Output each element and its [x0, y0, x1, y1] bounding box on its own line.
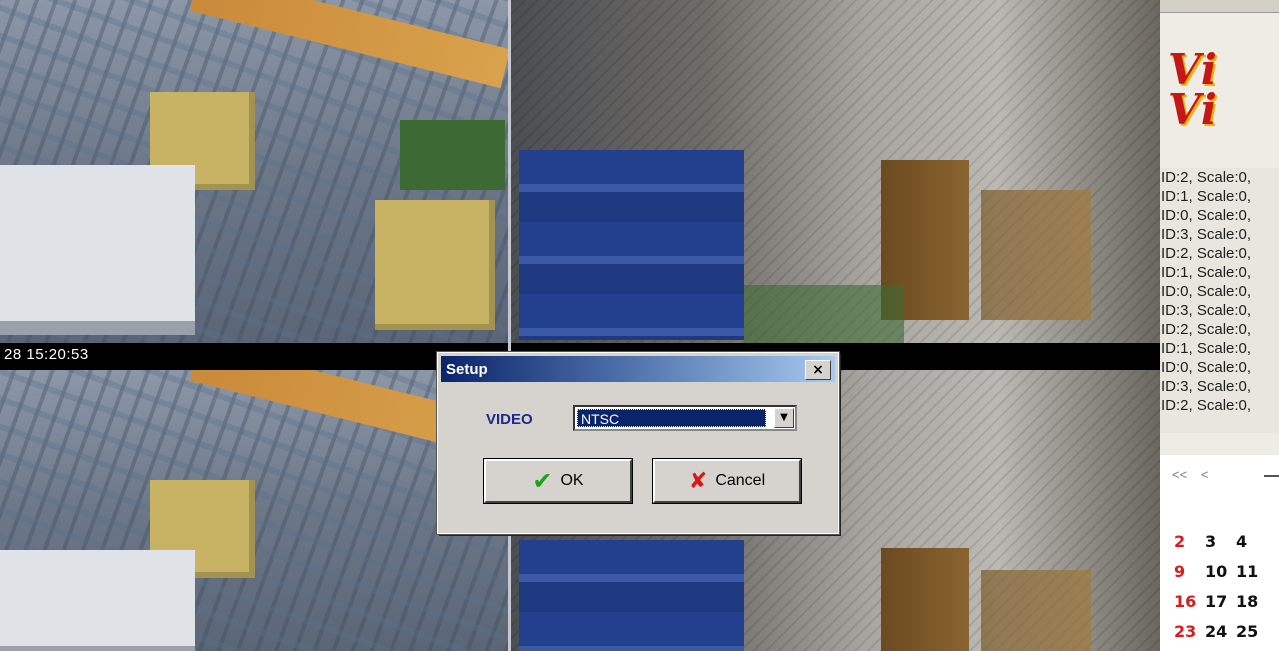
video-standard-select[interactable]: NTSC ▼ — [573, 405, 797, 431]
cardboard-box — [375, 200, 495, 330]
log-line: ID:3, Scale:0, — [1161, 378, 1252, 395]
prev-month-button[interactable]: < — [1201, 467, 1209, 482]
white-box — [0, 165, 195, 335]
video-label: VIDEO — [486, 411, 533, 428]
calendar-day[interactable]: 24 — [1205, 623, 1236, 641]
cancel-label: Cancel — [715, 472, 766, 489]
dialog-title: Setup — [446, 361, 488, 378]
panel-toolbar — [1160, 0, 1279, 13]
log-line: ID:3, Scale:0, — [1161, 226, 1252, 243]
logo-line-1: Vi — [1168, 45, 1218, 94]
log-line: ID:1, Scale:0, — [1161, 188, 1252, 205]
cancel-button[interactable]: ✘ Cancel — [652, 458, 802, 504]
calendar-day[interactable]: 16 — [1174, 593, 1205, 611]
logo-line-2: Vi — [1168, 85, 1218, 134]
ok-label: OK — [560, 472, 584, 489]
calendar-nav: << < — [1172, 467, 1218, 482]
close-icon: × — [812, 362, 824, 378]
calendar-month-separator — [1264, 475, 1279, 477]
close-button[interactable]: × — [805, 360, 831, 380]
log-line: ID:0, Scale:0, — [1161, 359, 1252, 376]
camera-view-3[interactable] — [0, 370, 508, 651]
log-line: ID:2, Scale:0, — [1161, 397, 1252, 414]
white-box — [0, 550, 195, 651]
log-line: ID:2, Scale:0, — [1161, 169, 1252, 186]
calendar-day[interactable]: 25 — [1236, 623, 1267, 641]
grid-divider — [508, 0, 511, 651]
blue-partition — [519, 150, 744, 340]
log-line: ID:2, Scale:0, — [1161, 245, 1252, 262]
log-line: ID:1, Scale:0, — [1161, 340, 1252, 357]
brand-logo: Vi Vi — [1168, 45, 1218, 134]
log-line: ID:2, Scale:0, — [1161, 321, 1252, 338]
calendar-day[interactable]: 23 — [1174, 623, 1205, 641]
furniture — [981, 190, 1091, 320]
floor — [744, 285, 904, 343]
door — [881, 548, 969, 651]
calendar-day[interactable]: 18 — [1236, 593, 1267, 611]
calendar-day[interactable]: 9 — [1174, 563, 1205, 581]
calendar-day[interactable]: 3 — [1205, 533, 1236, 551]
log-line: ID:0, Scale:0, — [1161, 207, 1252, 224]
calendar-week: 234 — [1174, 533, 1267, 551]
prev-year-button[interactable]: << — [1172, 467, 1187, 482]
check-icon: ✔ — [532, 467, 553, 495]
calendar: << < 234 9 10 11 16 17 18 23 24 25 — [1160, 455, 1279, 651]
floor — [400, 120, 505, 190]
calendar-day[interactable]: 10 — [1205, 563, 1236, 581]
calendar-day[interactable]: 11 — [1236, 563, 1267, 581]
calendar-week: 9 10 11 — [1174, 563, 1267, 581]
camera-view-1[interactable] — [0, 0, 508, 343]
calendar-week: 23 24 25 — [1174, 623, 1267, 641]
log-line: ID:1, Scale:0, — [1161, 264, 1252, 281]
log-line: ID:0, Scale:0, — [1161, 283, 1252, 300]
video-standard-value: NTSC — [577, 409, 766, 427]
event-log[interactable]: ID:2, Scale:0, ID:1, Scale:0, ID:0, Scal… — [1160, 168, 1279, 433]
orange-beam — [189, 0, 508, 89]
calendar-day[interactable]: 2 — [1174, 533, 1205, 551]
side-panel: Vi Vi ID:2, Scale:0, ID:1, Scale:0, ID:0… — [1160, 0, 1279, 651]
calendar-day[interactable]: 4 — [1236, 533, 1267, 551]
furniture — [981, 570, 1091, 651]
blue-partition — [519, 540, 744, 651]
calendar-week: 16 17 18 — [1174, 593, 1267, 611]
calendar-day[interactable]: 17 — [1205, 593, 1236, 611]
setup-dialog: Setup × VIDEO NTSC ▼ ✔ OK ✘ Cancel — [436, 351, 840, 535]
camera-timestamp: 28 15:20:53 — [4, 346, 89, 363]
chevron-down-icon[interactable]: ▼ — [774, 408, 794, 428]
dialog-titlebar[interactable]: Setup × — [441, 356, 835, 382]
x-icon: ✘ — [688, 468, 708, 494]
ok-button[interactable]: ✔ OK — [483, 458, 633, 504]
log-line: ID:3, Scale:0, — [1161, 302, 1252, 319]
camera-view-2[interactable] — [511, 0, 1160, 343]
